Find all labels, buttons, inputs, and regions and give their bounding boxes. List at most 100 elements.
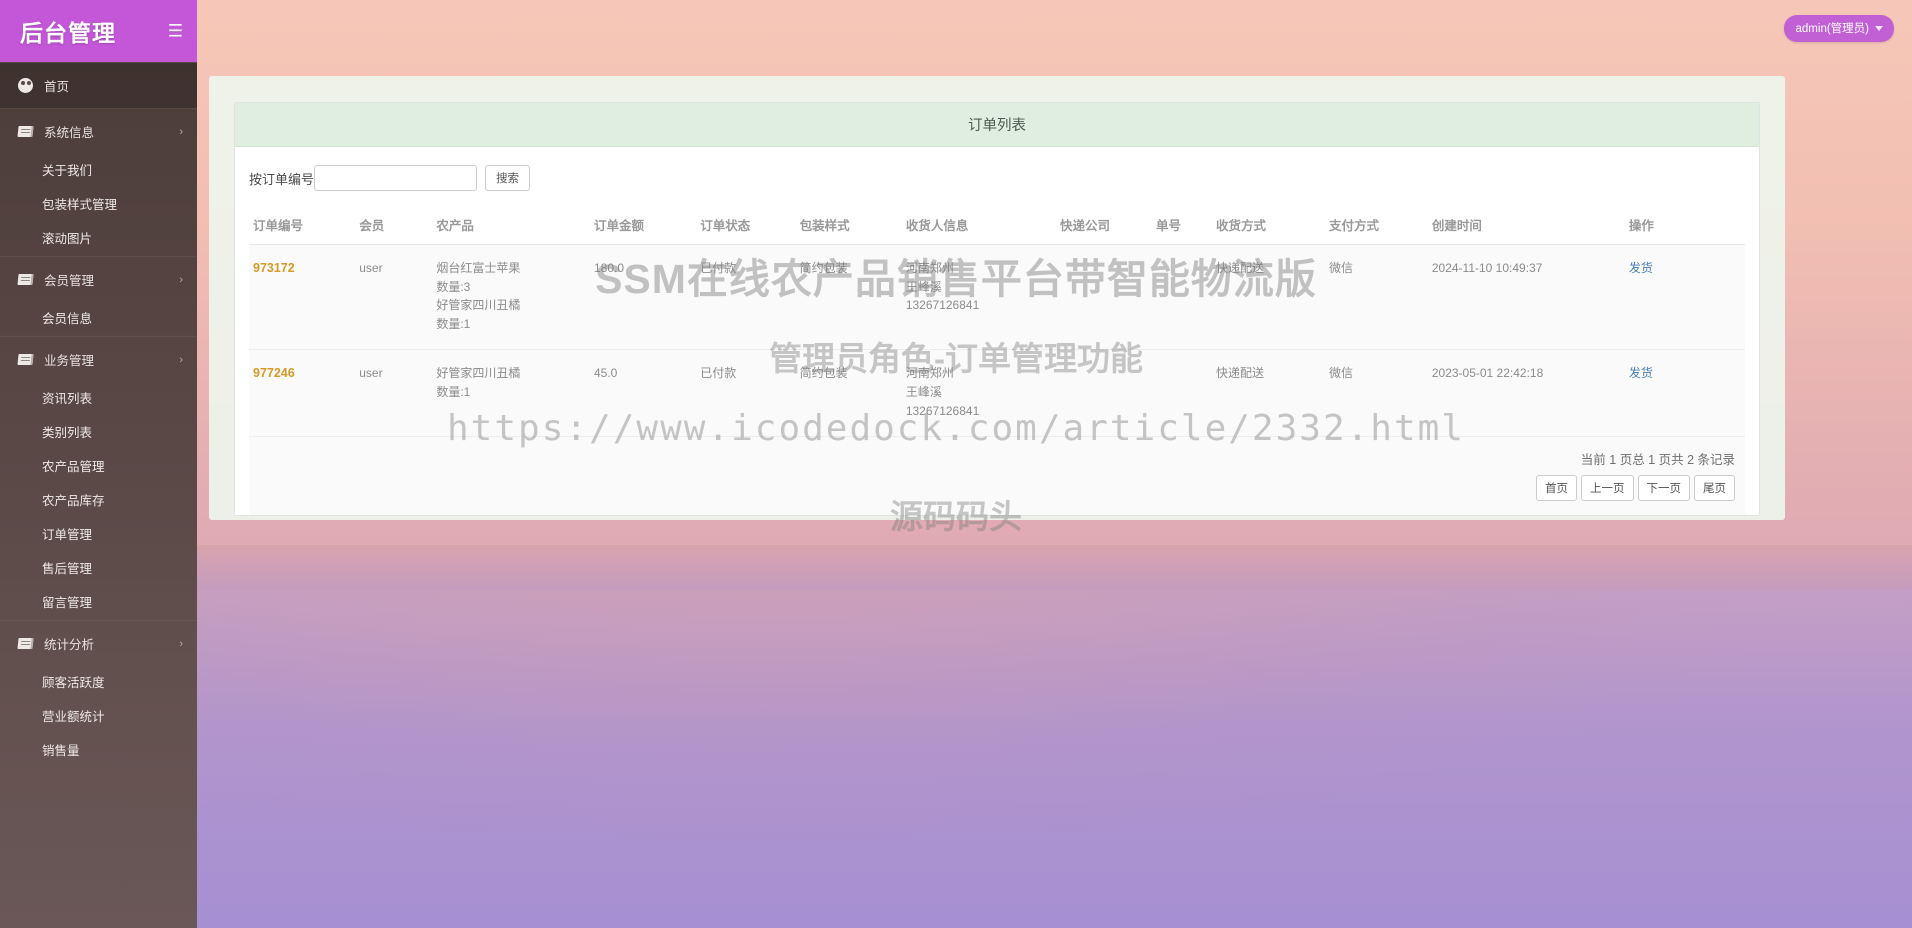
book-icon bbox=[17, 273, 34, 286]
cell-status: 已付款 bbox=[696, 244, 796, 351]
panel-body: 按订单编号 搜索 订单编号 会员 农产品 订单金额 订单状态 包装样式 收货人信… bbox=[235, 147, 1759, 516]
chevron-down-icon bbox=[1875, 25, 1883, 31]
next-page-button[interactable]: 下一页 bbox=[1637, 475, 1690, 502]
pagination-info: 当前 1 页总 1 页共 2 条记录 bbox=[1580, 453, 1735, 468]
sidebar-group-label: 系统信息 bbox=[44, 126, 95, 140]
col-member: 会员 bbox=[355, 207, 433, 245]
col-payment: 支付方式 bbox=[1325, 207, 1428, 245]
sidebar-item-news-list[interactable]: 资讯列表 bbox=[0, 382, 197, 416]
ship-button[interactable]: 发货 bbox=[1629, 366, 1653, 380]
chevron-right-icon: › bbox=[179, 125, 183, 138]
content-area: 订单列表 按订单编号 搜索 订单编号 会员 农产品 订单金额 订单状态 包装样式… bbox=[209, 76, 1785, 520]
sidebar-item-home[interactable]: 首页 bbox=[0, 63, 197, 108]
col-created: 创建时间 bbox=[1427, 207, 1625, 245]
sidebar-item-sales-volume[interactable]: 销售量 bbox=[0, 734, 197, 768]
search-input[interactable] bbox=[314, 165, 478, 191]
cell-member: user bbox=[355, 349, 433, 438]
chevron-right-icon: › bbox=[179, 637, 183, 650]
cell-amount: 45.0 bbox=[589, 349, 697, 438]
book-icon bbox=[17, 637, 34, 650]
sidebar-group-system: 系统信息 › 关于我们 包装样式管理 滚动图片 bbox=[0, 108, 197, 256]
chevron-right-icon: › bbox=[179, 353, 183, 366]
sidebar-item-label: 首页 bbox=[44, 80, 70, 94]
sidebar-item-customer-activity[interactable]: 顾客活跃度 bbox=[0, 666, 197, 700]
cell-delivery: 快递配送 bbox=[1211, 349, 1326, 438]
panel-title: 订单列表 bbox=[235, 103, 1759, 147]
col-package: 包装样式 bbox=[795, 207, 902, 245]
background-band-mid bbox=[0, 545, 1912, 590]
sidebar-group-member: 会员管理 › 会员信息 bbox=[0, 256, 197, 336]
search-label: 按订单编号 bbox=[249, 171, 315, 187]
user-menu-button[interactable]: admin(管理员) bbox=[1783, 15, 1894, 42]
sidebar-item-business-mgmt[interactable]: 业务管理 › bbox=[0, 337, 197, 382]
sidebar-item-revenue-stats[interactable]: 营业额统计 bbox=[0, 700, 197, 734]
cell-created: 2024-11-10 10:49:37 bbox=[1427, 244, 1625, 351]
hamburger-icon[interactable]: ☰ bbox=[168, 23, 183, 40]
cell-amount: 180.0 bbox=[589, 244, 697, 351]
col-status: 订单状态 bbox=[696, 207, 796, 245]
sidebar-group-business: 业务管理 › 资讯列表 类别列表 农产品管理 农产品库存 订单管理 售后管理 留… bbox=[0, 336, 197, 620]
cell-order-no: 977246 bbox=[249, 349, 356, 438]
col-express-company: 快递公司 bbox=[1056, 207, 1152, 245]
order-list-panel: 订单列表 按订单编号 搜索 订单编号 会员 农产品 订单金额 订单状态 包装样式… bbox=[234, 102, 1760, 517]
topbar: admin(管理员) bbox=[197, 0, 1912, 62]
book-icon bbox=[17, 125, 34, 138]
brand-title: 后台管理 bbox=[20, 20, 116, 46]
cell-products: 好管家四川丑橘 数量:1 bbox=[432, 349, 590, 438]
cell-tracking-no bbox=[1151, 349, 1212, 438]
prev-page-button[interactable]: 上一页 bbox=[1581, 475, 1634, 502]
cell-package: 简约包装 bbox=[795, 349, 902, 438]
first-page-button[interactable]: 首页 bbox=[1536, 475, 1577, 502]
table-row[interactable]: 977246 user 好管家四川丑橘 数量:1 45.0 已付款 简约包装 河… bbox=[249, 349, 1745, 438]
chevron-right-icon: › bbox=[179, 273, 183, 286]
table-row[interactable]: 973172 user 烟台红富士苹果 数量:3 好管家四川丑橘 数量:1 18… bbox=[249, 244, 1745, 351]
sidebar-item-carousel-images[interactable]: 滚动图片 bbox=[0, 222, 197, 256]
sidebar-item-aftersales-mgmt[interactable]: 售后管理 bbox=[0, 552, 197, 586]
sidebar-item-member-info[interactable]: 会员信息 bbox=[0, 302, 197, 336]
col-order-no: 订单编号 bbox=[249, 207, 356, 245]
col-action: 操作 bbox=[1624, 207, 1745, 245]
cell-member: user bbox=[355, 244, 433, 351]
cell-express-company bbox=[1056, 349, 1152, 438]
col-tracking-no: 单号 bbox=[1151, 207, 1212, 245]
table-header-row: 订单编号 会员 农产品 订单金额 订单状态 包装样式 收货人信息 快递公司 单号… bbox=[249, 207, 1745, 245]
ship-button[interactable]: 发货 bbox=[1629, 261, 1653, 275]
sidebar-item-analytics[interactable]: 统计分析 › bbox=[0, 621, 197, 666]
cell-created: 2023-05-01 22:42:18 bbox=[1427, 349, 1625, 438]
pagination-buttons: 首页 上一页 下一页 尾页 bbox=[1536, 475, 1735, 502]
user-menu-label: admin(管理员) bbox=[1795, 23, 1869, 35]
col-amount: 订单金额 bbox=[589, 207, 697, 245]
sidebar-group-label: 业务管理 bbox=[44, 354, 95, 368]
sidebar-item-product-stock[interactable]: 农产品库存 bbox=[0, 484, 197, 518]
sidebar-item-product-mgmt[interactable]: 农产品管理 bbox=[0, 450, 197, 484]
cell-order-no: 973172 bbox=[249, 244, 356, 351]
sidebar-item-system-info[interactable]: 系统信息 › bbox=[0, 109, 197, 154]
col-receiver: 收货人信息 bbox=[901, 207, 1057, 245]
cell-express-company bbox=[1056, 244, 1152, 351]
sidebar-item-about-us[interactable]: 关于我们 bbox=[0, 154, 197, 188]
sidebar-group-label: 统计分析 bbox=[44, 638, 95, 652]
brand-header: 后台管理 ☰ bbox=[0, 0, 197, 62]
cell-status: 已付款 bbox=[696, 349, 796, 438]
search-bar: 按订单编号 搜索 bbox=[249, 165, 1745, 191]
sidebar-item-package-style[interactable]: 包装样式管理 bbox=[0, 188, 197, 222]
cell-products: 烟台红富士苹果 数量:3 好管家四川丑橘 数量:1 bbox=[432, 244, 590, 351]
last-page-button[interactable]: 尾页 bbox=[1694, 475, 1735, 502]
cell-receiver: 河南郑州 王峰溪 13267126841 bbox=[901, 244, 1057, 351]
search-button[interactable]: 搜索 bbox=[485, 165, 531, 191]
table-body: 973172 user 烟台红富士苹果 数量:3 好管家四川丑橘 数量:1 18… bbox=[249, 244, 1745, 438]
sidebar-item-category-list[interactable]: 类别列表 bbox=[0, 416, 197, 450]
table-head: 订单编号 会员 农产品 订单金额 订单状态 包装样式 收货人信息 快递公司 单号… bbox=[249, 207, 1745, 245]
sidebar-group-analytics: 统计分析 › 顾客活跃度 营业额统计 销售量 bbox=[0, 620, 197, 768]
pagination: 当前 1 页总 1 页共 2 条记录 首页 上一页 下一页 尾页 bbox=[249, 437, 1745, 516]
sidebar-group-home: 首页 bbox=[0, 62, 197, 108]
sidebar-item-order-mgmt[interactable]: 订单管理 bbox=[0, 518, 197, 552]
order-table: 订单编号 会员 农产品 订单金额 订单状态 包装样式 收货人信息 快递公司 单号… bbox=[249, 207, 1745, 438]
col-delivery: 收货方式 bbox=[1211, 207, 1326, 245]
sidebar-group-label: 会员管理 bbox=[44, 274, 95, 288]
cell-action: 发货 bbox=[1624, 244, 1745, 351]
sidebar-item-member-mgmt[interactable]: 会员管理 › bbox=[0, 257, 197, 302]
book-icon bbox=[17, 353, 34, 366]
sidebar-item-message-mgmt[interactable]: 留言管理 bbox=[0, 586, 197, 620]
cell-payment: 微信 bbox=[1325, 349, 1428, 438]
